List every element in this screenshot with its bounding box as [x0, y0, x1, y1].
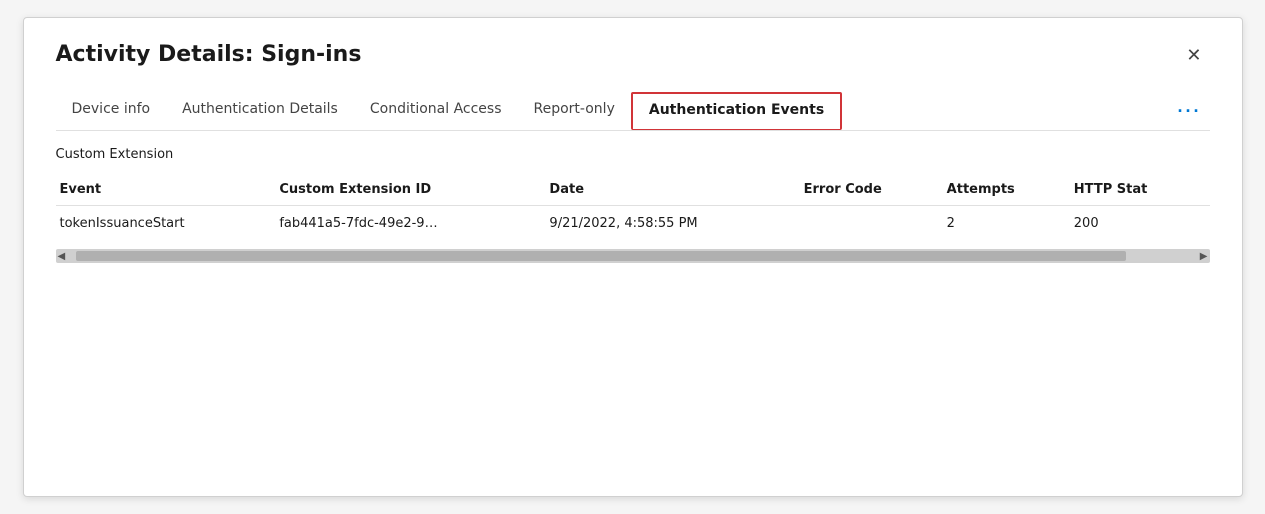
cell-extension-id: fab441a5-7fdc-49e2-9…	[279, 206, 549, 242]
scroll-left-icon[interactable]: ◀	[58, 251, 66, 262]
tab-bar: Device info Authentication Details Condi…	[56, 92, 1210, 131]
col-header-extension-id: Custom Extension ID	[279, 174, 549, 206]
horizontal-scrollbar[interactable]: ◀ ▶	[56, 249, 1210, 263]
dialog-title: Activity Details: Sign-ins	[56, 42, 362, 67]
dialog-header: Activity Details: Sign-ins ✕	[56, 42, 1210, 68]
close-button[interactable]: ✕	[1178, 42, 1209, 68]
tab-device-info[interactable]: Device info	[56, 93, 167, 129]
table-row[interactable]: tokenIssuanceStart fab441a5-7fdc-49e2-9……	[56, 206, 1210, 242]
col-header-http-stat: HTTP Stat	[1074, 174, 1210, 206]
cell-error-code	[804, 206, 947, 242]
events-table: Event Custom Extension ID Date Error Cod…	[56, 174, 1210, 241]
tab-report-only[interactable]: Report-only	[518, 93, 631, 129]
table-header-row: Event Custom Extension ID Date Error Cod…	[56, 174, 1210, 206]
cell-http-stat: 200	[1074, 206, 1210, 242]
cell-attempts: 2	[947, 206, 1074, 242]
tab-authentication-events[interactable]: Authentication Events	[631, 92, 842, 130]
col-header-attempts: Attempts	[947, 174, 1074, 206]
col-header-date: Date	[549, 174, 803, 206]
scroll-right-icon[interactable]: ▶	[1200, 251, 1208, 262]
col-header-error-code: Error Code	[804, 174, 947, 206]
section-label: Custom Extension	[56, 147, 1210, 162]
col-header-event: Event	[56, 174, 280, 206]
cell-date: 9/21/2022, 4:58:55 PM	[549, 206, 803, 242]
scrollbar-thumb[interactable]	[76, 251, 1126, 261]
events-table-wrapper: Event Custom Extension ID Date Error Cod…	[56, 174, 1210, 263]
cell-event: tokenIssuanceStart	[56, 206, 280, 242]
activity-details-dialog: Activity Details: Sign-ins ✕ Device info…	[23, 17, 1243, 497]
tab-conditional-access[interactable]: Conditional Access	[354, 93, 518, 129]
more-tabs-button[interactable]: ···	[1170, 97, 1210, 126]
tab-authentication-details[interactable]: Authentication Details	[166, 93, 354, 129]
